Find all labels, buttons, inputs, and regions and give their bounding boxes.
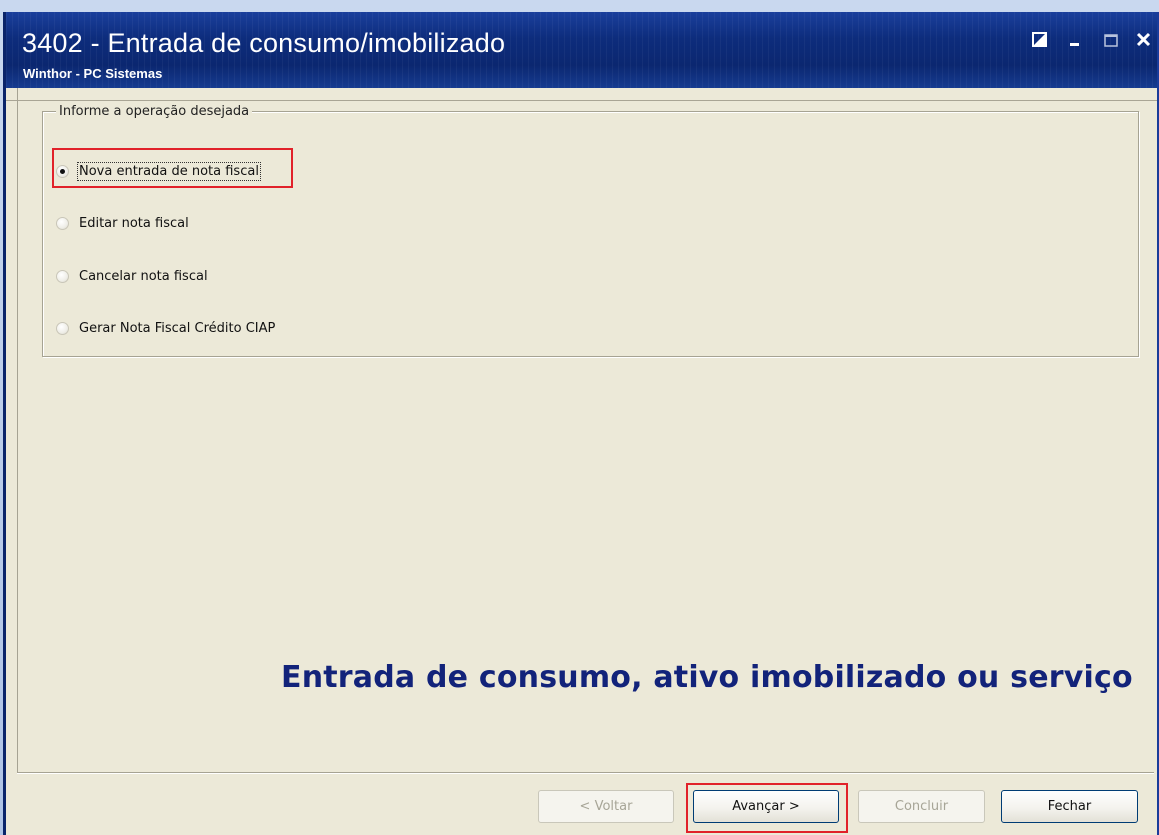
close-icon[interactable] (1134, 30, 1154, 50)
title-bar[interactable]: 3402 - Entrada de consumo/imobilizado Wi… (6, 12, 1157, 88)
radio-editar-nota[interactable]: Editar nota fiscal (56, 213, 189, 233)
radio-label[interactable]: Editar nota fiscal (79, 216, 189, 231)
highlight-box-avancar (686, 783, 848, 833)
voltar-button[interactable]: < Voltar (538, 790, 674, 823)
radio-label[interactable]: Cancelar nota fiscal (79, 269, 208, 284)
maximize-icon[interactable] (1102, 30, 1122, 50)
content-left-border (17, 88, 18, 774)
radio-label[interactable]: Gerar Nota Fiscal Crédito CIAP (79, 321, 275, 336)
concluir-button[interactable]: Concluir (858, 790, 985, 823)
content-bottom-border (17, 772, 1154, 774)
window-title: 3402 - Entrada de consumo/imobilizado (22, 28, 506, 58)
radio-button[interactable] (56, 216, 69, 230)
radio-button[interactable] (56, 321, 69, 335)
highlight-box-nova-entrada (52, 148, 293, 188)
groupbox-legend: Informe a operação desejada (56, 104, 253, 119)
content-top-border (6, 88, 1157, 101)
banner-text: Entrada de consumo, ativo imobilizado ou… (281, 660, 1133, 695)
restore-icon[interactable] (1030, 30, 1050, 50)
minimize-icon[interactable] (1066, 30, 1086, 50)
radio-gerar-ciap[interactable]: Gerar Nota Fiscal Crédito CIAP (56, 318, 275, 338)
radio-button[interactable] (56, 269, 69, 283)
window-subtitle: Winthor - PC Sistemas (23, 66, 163, 81)
fechar-button[interactable]: Fechar (1001, 790, 1138, 823)
radio-cancelar-nota[interactable]: Cancelar nota fiscal (56, 266, 208, 286)
